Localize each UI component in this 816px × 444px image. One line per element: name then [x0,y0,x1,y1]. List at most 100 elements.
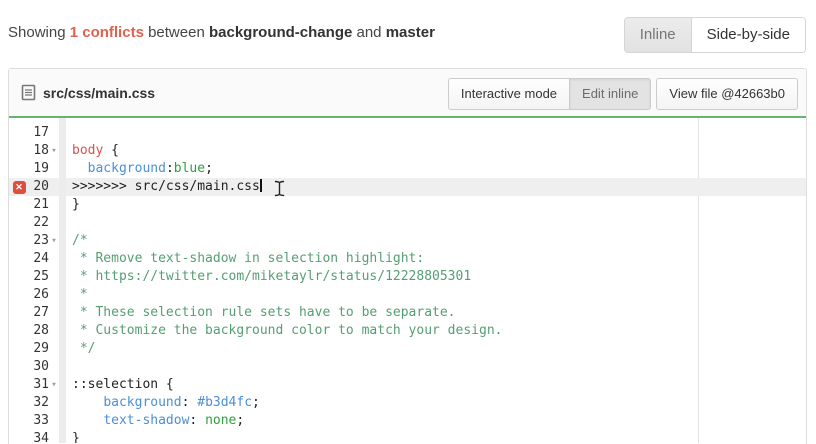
interactive-mode-button[interactable]: Interactive mode [448,78,569,110]
code-line-row: 28 * Customize the background color to m… [9,322,806,340]
code-line[interactable]: } [66,430,80,443]
code-line-row: 18▾ body { [9,142,806,160]
fold-gutter-cell [49,430,59,443]
fold-gutter-cell [49,286,59,304]
line-number[interactable]: 20 [29,178,49,196]
line-number[interactable]: 17 [29,124,49,142]
code-line[interactable]: text-shadow: none; [66,412,244,430]
fold-arrow-icon[interactable]: ▾ [49,142,59,160]
code-line[interactable]: /* [66,232,88,250]
gutter-marker-cell [9,286,29,304]
file-panel: src/css/main.css Interactive mode Edit i… [8,68,807,444]
fold-gutter-cell [49,340,59,358]
code-line[interactable]: * Customize the background color to matc… [66,322,502,340]
gutter-marker-cell [9,268,29,286]
fold-gutter-cell [49,196,59,214]
inline-view-button[interactable]: Inline [625,18,692,52]
line-number[interactable]: 33 [29,412,49,430]
gutter-marker-cell [9,124,29,142]
line-number[interactable]: 22 [29,214,49,232]
gutter-marker-cell [9,340,29,358]
code-line-row: 25 * https://twitter.com/miketaylr/statu… [9,268,806,286]
file-path-label: src/css/main.css [43,85,155,101]
gutter-marker-cell [9,232,29,250]
summary-showing: Showing [8,24,66,41]
line-number[interactable]: 27 [29,304,49,322]
ibeam-cursor [274,180,285,197]
conflict-summary: Showing 1 conflicts between background-c… [8,24,435,41]
file-icon [21,84,36,101]
gutter-marker-cell [9,358,29,376]
gutter-divider [59,340,66,358]
code-line[interactable]: * Remove text-shadow in selection highli… [66,250,424,268]
fold-arrow-icon[interactable]: ▾ [49,232,59,250]
code-line-row: ✕20 >>>>>>> src/css/main.css [9,178,806,196]
code-line[interactable] [66,124,72,142]
code-line[interactable]: * [66,286,88,304]
gutter-divider [59,412,66,430]
code-line[interactable]: } [66,196,80,214]
side-by-side-view-button[interactable]: Side-by-side [692,18,805,52]
line-number[interactable]: 18 [29,142,49,160]
line-number[interactable]: 24 [29,250,49,268]
gutter-marker-cell [9,322,29,340]
code-line-row: 30 [9,358,806,376]
code-line-row: 26 * [9,286,806,304]
code-line-row: 22 [9,214,806,232]
code-editor[interactable]: 161718▾body {19 background:blue;✕20>>>>>… [9,118,806,443]
fold-arrow-icon[interactable]: ▾ [49,376,59,394]
line-number[interactable]: 23 [29,232,49,250]
gutter-divider [59,376,66,394]
code-line[interactable]: * These selection rule sets have to be s… [66,304,456,322]
fold-gutter-cell [49,160,59,178]
line-number[interactable]: 29 [29,340,49,358]
gutter-marker-cell [9,304,29,322]
summary-and: and [357,24,382,41]
gutter-marker-cell [9,430,29,443]
fold-gutter-cell [49,394,59,412]
gutter-marker-cell [9,160,29,178]
edit-inline-button[interactable]: Edit inline [569,78,651,110]
code-line[interactable]: * https://twitter.com/miketaylr/status/1… [66,268,471,286]
view-file-button[interactable]: View file @42663b0 [656,78,798,110]
fold-gutter-cell [49,250,59,268]
summary-between: between [148,24,205,41]
line-number[interactable]: 32 [29,394,49,412]
line-number[interactable]: 30 [29,358,49,376]
line-number[interactable]: 28 [29,322,49,340]
code-line[interactable]: background: #b3d4fc; [66,394,260,412]
code-line[interactable] [66,358,72,376]
gutter-divider [59,142,66,160]
line-number[interactable]: 25 [29,268,49,286]
fold-gutter-cell [49,214,59,232]
view-mode-toggle: Inline Side-by-side [624,17,806,53]
code-line[interactable]: */ [66,340,95,358]
code-line-row: 32 background: #b3d4fc; [9,394,806,412]
code-line[interactable]: ::selection { [66,376,174,394]
line-number[interactable]: 26 [29,286,49,304]
code-line-row: 31▾::selection { [9,376,806,394]
gutter-marker-cell [9,394,29,412]
fold-gutter-cell [49,412,59,430]
gutter-marker-cell [9,412,29,430]
code-line[interactable]: >>>>>>> src/css/main.css [66,178,262,196]
gutter-divider [59,286,66,304]
gutter-marker-cell [9,196,29,214]
file-panel-header: src/css/main.css Interactive mode Edit i… [9,69,806,118]
gutter-marker-cell: ✕ [9,178,29,196]
gutter-marker-cell [9,250,29,268]
line-number[interactable]: 34 [29,430,49,443]
fold-gutter-cell [49,268,59,286]
code-line[interactable]: body { [66,142,119,160]
line-number[interactable]: 19 [29,160,49,178]
gutter-marker-cell [9,142,29,160]
code-line[interactable]: background:blue; [66,160,213,178]
line-number[interactable]: 31 [29,376,49,394]
gutter-divider [59,214,66,232]
gutter-divider [59,160,66,178]
code-line[interactable] [66,214,72,232]
gutter-divider [59,358,66,376]
file-panel-actions: Interactive mode Edit inline View file @… [448,78,798,110]
line-number[interactable]: 21 [29,196,49,214]
gutter-divider [59,196,66,214]
